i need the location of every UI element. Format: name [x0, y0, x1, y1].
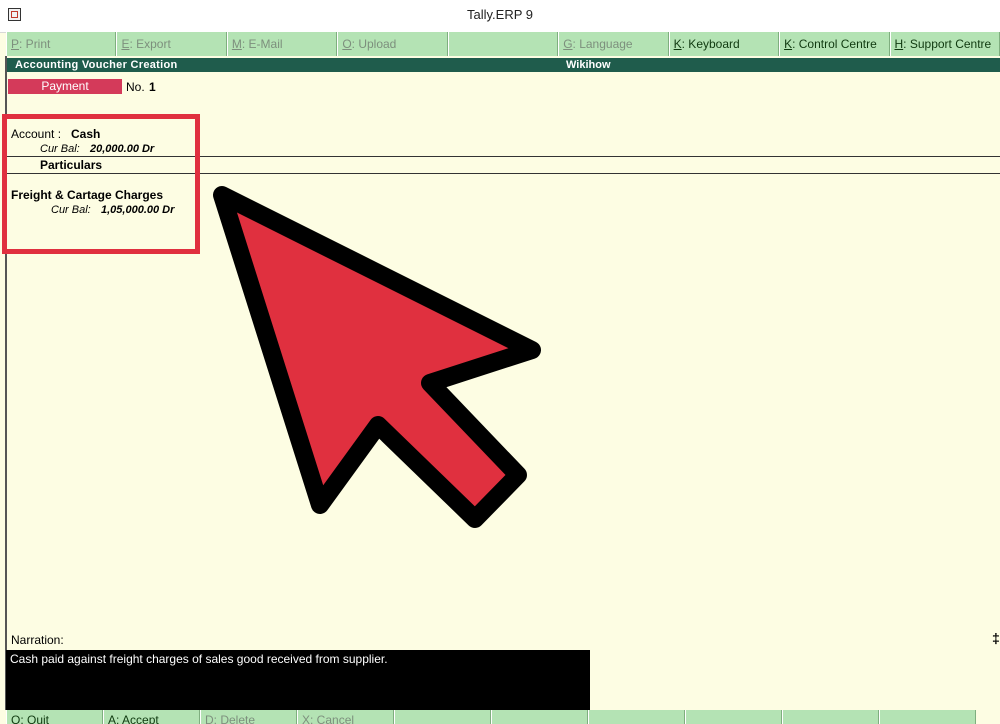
tally-window: Tally.ERP 9 P: Print E: Export M: E-Mail…	[0, 0, 1000, 724]
email-button[interactable]: M: E-Mail	[226, 32, 338, 56]
voucher-type-badge[interactable]: Payment	[8, 79, 122, 94]
bottom-button-bar: Q: Quit A: Accept D: Delete X: Cancel	[6, 710, 1000, 724]
window-title: Tally.ERP 9	[467, 7, 533, 22]
footer-empty-button	[491, 710, 588, 724]
voucher-header-bar: Accounting Voucher Creation Wikihow	[6, 58, 1000, 72]
support-centre-button[interactable]: H: Support Centre	[889, 32, 1000, 56]
footer-empty-button	[879, 710, 976, 724]
footer-empty-button	[394, 710, 491, 724]
footer-empty-button	[782, 710, 879, 724]
export-button[interactable]: E: Export	[116, 32, 227, 56]
voucher-number-label: No.	[126, 80, 145, 94]
cursor-arrow-icon	[213, 186, 541, 528]
narration-label: Narration:	[11, 633, 64, 647]
accept-button[interactable]: A: Accept	[103, 710, 200, 724]
footer-empty-button	[588, 710, 685, 724]
print-button[interactable]: P: Print	[6, 32, 117, 56]
screen-title: Accounting Voucher Creation	[15, 59, 178, 71]
empty-button	[447, 32, 559, 56]
company-name: Wikihow	[566, 59, 611, 71]
highlight-box	[2, 114, 200, 254]
title-bar: Tally.ERP 9	[0, 0, 1000, 33]
upload-button[interactable]: O: Upload	[337, 32, 448, 56]
cancel-button[interactable]: X: Cancel	[297, 710, 394, 724]
quit-button[interactable]: Q: Quit	[6, 710, 103, 724]
language-button[interactable]: G: Language	[558, 32, 669, 56]
control-centre-button[interactable]: K: Control Centre	[779, 32, 890, 56]
narration-field[interactable]: Cash paid against freight charges of sal…	[6, 650, 590, 710]
footer-empty-button	[685, 710, 782, 724]
scroll-marker-icon: ‡	[992, 630, 1000, 646]
keyboard-button[interactable]: K: Keyboard	[668, 32, 780, 56]
delete-button[interactable]: D: Delete	[200, 710, 297, 724]
top-button-bar: P: Print E: Export M: E-Mail O: Upload G…	[6, 32, 1000, 56]
voucher-number-value[interactable]: 1	[149, 80, 156, 94]
